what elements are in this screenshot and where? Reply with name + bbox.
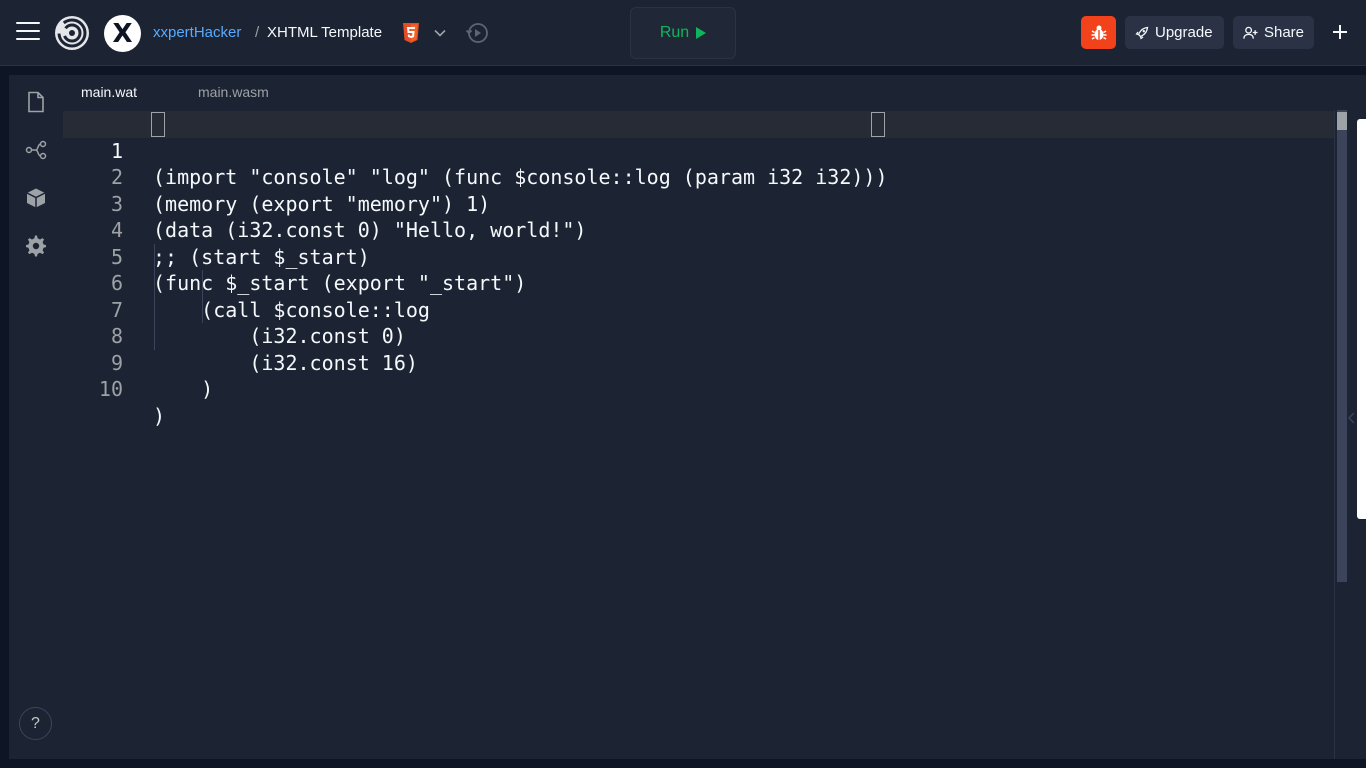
package-icon[interactable] [25,187,47,209]
file-icon[interactable] [25,91,47,113]
code-line: 8 (i32.const 16) [63,297,1334,375]
bottom-strip [0,759,1366,768]
share-label: Share [1263,24,1304,41]
code-line: 3 (data (i32.const 0) "Hello, world!") [63,164,1334,243]
rocket-icon [1135,26,1149,40]
code-line: 4 ;; (start $_start) [63,191,1334,269]
indent-guide [202,270,203,323]
code-line: 2 (memory (export "memory") 1) [63,138,1334,216]
code-line: 7 (i32.const 0) [63,270,1334,349]
scrollbar-cursor-marker [1337,112,1347,130]
bracket-match-close [871,112,885,137]
chevron-left-icon[interactable] [1347,412,1357,424]
chevron-down-icon[interactable] [433,26,447,40]
add-user-icon [1243,26,1258,39]
line-text: ) [153,377,214,401]
plus-icon[interactable] [1328,20,1352,44]
hamburger-icon[interactable] [16,22,40,44]
left-sidebar: ? [9,75,63,759]
run-label: Run [659,24,690,41]
bracket-match-open [151,112,165,137]
replit-logo[interactable] [54,15,90,51]
share-button[interactable]: Share [1233,16,1314,49]
bug-icon [1091,25,1106,40]
play-icon [696,27,707,39]
breadcrumb-separator: / [255,24,260,41]
scrollbar-thumb[interactable] [1337,110,1347,582]
indent-guide [154,244,155,350]
tab-main-wasm[interactable]: main.wasm [180,75,287,110]
top-bar: X xxpertHacker / XHTML Template Run Upgr… [0,0,1366,66]
code-line: 5 (func $_start (export "_start") [63,217,1334,296]
debug-button[interactable] [1081,16,1116,49]
help-button[interactable]: ? [19,707,52,740]
git-branch-icon[interactable] [25,139,47,161]
line-text: ) [153,403,166,428]
code-line: 10 ) [63,350,1334,428]
gear-icon[interactable] [25,235,47,257]
upgrade-button[interactable]: Upgrade [1125,16,1224,49]
code-line: 6 (call $console::log [63,244,1334,322]
run-button[interactable]: Run [630,7,736,59]
tab-main-wat[interactable]: main.wat [63,75,180,110]
code-line: 9 ) [63,323,1334,402]
breadcrumb-user[interactable]: xxpertHacker [153,24,241,41]
breadcrumb-repl-name[interactable]: XHTML Template [267,24,382,41]
line-number: 10 [98,377,123,401]
history-icon[interactable] [465,21,489,45]
code-line: 1 (import "console" "log" (func $console… [63,111,1334,189]
upgrade-label: Upgrade [1155,24,1213,41]
editor-scrollbar[interactable] [1334,110,1348,759]
right-pane-edge [1357,119,1366,519]
avatar[interactable]: X [104,15,141,52]
file-tabs: main.wat main.wasm [63,75,1343,110]
workspace: ? main.wat main.wasm 1 (import "console"… [9,75,1366,759]
code-editor[interactable]: 1 (import "console" "log" (func $console… [63,110,1334,759]
html5-icon [403,23,419,43]
